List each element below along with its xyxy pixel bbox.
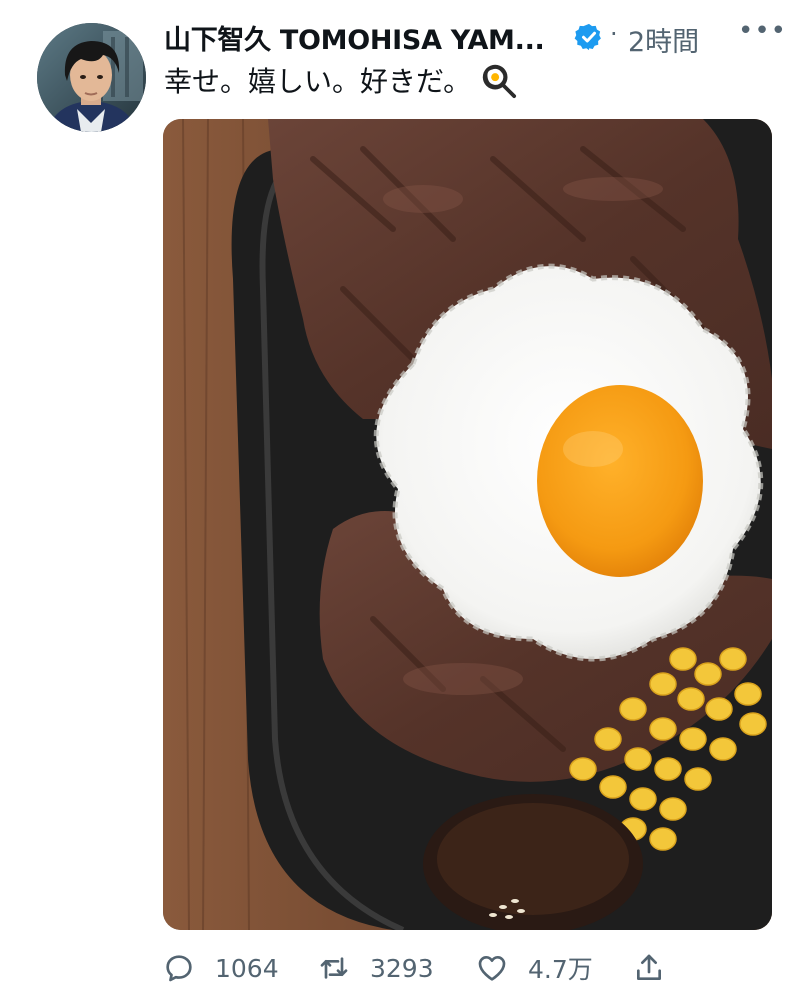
avatar[interactable] <box>37 23 146 132</box>
steak-photo <box>163 119 772 930</box>
like-count: 4.7万 <box>528 955 593 984</box>
post-text-row: 幸せ。嬉しい。好きだ。 <box>164 60 517 100</box>
verified-badge-icon <box>574 23 601 51</box>
post-header: 山下智久 TOMOHISA YAM... · 2時間 ••• <box>164 16 787 60</box>
reply-count: 1064 <box>215 953 279 983</box>
share-icon <box>637 954 661 980</box>
like-button[interactable]: 4.7万 <box>476 944 593 992</box>
repost-count: 3293 <box>370 953 434 983</box>
reply-icon <box>166 955 192 982</box>
author-name[interactable]: 山下智久 TOMOHISA YAM... <box>164 18 545 57</box>
repost-icon <box>320 957 348 979</box>
avatar-image <box>37 23 146 132</box>
separator-dot: · <box>610 20 618 48</box>
share-button[interactable] <box>633 944 685 992</box>
more-options-button[interactable]: ••• <box>738 16 787 46</box>
cooking-egg-icon <box>482 64 517 99</box>
timestamp[interactable]: 2時間 <box>628 20 699 59</box>
post-text: 幸せ。嬉しい。好きだ。 <box>164 65 472 98</box>
post-image[interactable] <box>163 119 772 930</box>
repost-button[interactable]: 3293 <box>318 944 434 992</box>
post-actions: 1064 3293 4.7万 <box>163 944 683 992</box>
reply-button[interactable]: 1064 <box>163 944 279 992</box>
heart-icon <box>478 956 506 981</box>
